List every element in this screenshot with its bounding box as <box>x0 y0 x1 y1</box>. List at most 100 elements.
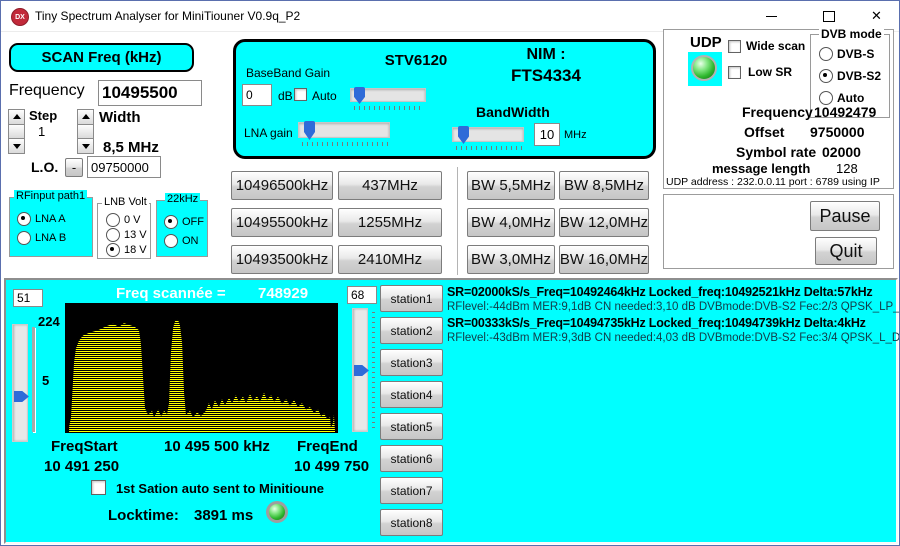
udp-led-icon <box>691 55 717 81</box>
khz22-off-label: OFF <box>182 216 204 228</box>
width-spinner-track <box>77 124 94 140</box>
minimize-icon <box>766 16 777 17</box>
lnb-18v-label: 18 V <box>124 244 147 256</box>
width-up-icon[interactable] <box>77 109 94 125</box>
bw-preset-5-button[interactable]: BW 12,0MHz <box>559 208 649 237</box>
width-spinner <box>77 109 94 154</box>
lnb-0v-radio[interactable] <box>106 213 120 227</box>
right-level-slider[interactable] <box>352 308 368 432</box>
first-station-auto-checkbox[interactable] <box>91 480 106 495</box>
width-label: Width <box>99 109 141 126</box>
bandwidth-slider-thumb[interactable] <box>458 126 469 144</box>
lna-gain-slider[interactable] <box>298 122 390 138</box>
rf-lna-b-option[interactable]: LNA B <box>17 231 66 245</box>
dvb-s-option[interactable]: DVB-S <box>819 47 874 61</box>
frequency-input[interactable] <box>98 80 202 106</box>
station-4-button[interactable]: station4 <box>380 381 443 408</box>
station-5-button[interactable]: station5 <box>380 413 443 440</box>
width-down-icon[interactable] <box>77 138 94 154</box>
station-3-button[interactable]: station3 <box>380 349 443 376</box>
khz22-on-option[interactable]: ON <box>164 234 199 248</box>
dvb-auto-radio[interactable] <box>819 91 833 105</box>
khz22-group-title: 22kHz <box>165 193 200 205</box>
left-slider-groove <box>32 327 35 432</box>
step-spinner <box>8 109 25 154</box>
bw-preset-3-button[interactable]: BW 3,0MHz <box>467 245 555 274</box>
station1-rf-status: RFlevel:-44dBm MER:9,1dB CN needed:3,10 … <box>447 300 897 315</box>
baseband-gain-input[interactable] <box>242 84 272 106</box>
pause-button[interactable]: Pause <box>810 201 880 231</box>
khz22-off-option[interactable]: OFF <box>164 215 204 229</box>
actions-panel: Pause Quit <box>663 194 894 269</box>
left-level-input[interactable] <box>13 289 43 307</box>
band-preset-3-button[interactable]: 2410MHz <box>338 245 442 274</box>
dvb-s2-option[interactable]: DVB-S2 <box>819 69 881 83</box>
locktime-label: Locktime: <box>108 507 179 524</box>
freq-center-value: 10 495 500 kHz <box>164 438 270 455</box>
right-level-input[interactable] <box>347 286 377 304</box>
app-window: DX Tiny Spectrum Analyser for MiniTioune… <box>0 0 900 546</box>
dvb-s2-radio[interactable] <box>819 69 833 83</box>
lna-gain-slider-thumb[interactable] <box>304 121 315 140</box>
freq-preset-2-button[interactable]: 10495500kHz <box>231 208 333 237</box>
lnb-13v-radio[interactable] <box>106 228 120 242</box>
udp-led-holder <box>688 52 722 86</box>
step-up-icon[interactable] <box>8 109 25 125</box>
dvb-auto-option[interactable]: Auto <box>819 91 864 105</box>
first-station-auto-label: 1st Sation auto sent to Minitioune <box>116 481 324 496</box>
rf-lna-b-label: LNA B <box>35 232 66 244</box>
lo-input[interactable] <box>87 156 161 178</box>
scale-bottom-value: 5 <box>42 373 49 388</box>
baseband-gain-slider-thumb[interactable] <box>354 87 365 104</box>
wide-scan-checkbox[interactable] <box>728 40 741 53</box>
lnb-18v-option[interactable]: 18 V <box>106 243 147 257</box>
freq-start-value: 10 491 250 <box>44 458 119 475</box>
maximize-icon <box>823 11 835 22</box>
lnb-18v-radio[interactable] <box>106 243 120 257</box>
band-preset-2-button[interactable]: 1255MHz <box>338 208 442 237</box>
station-8-button[interactable]: station8 <box>380 509 443 536</box>
left-level-slider[interactable] <box>12 324 28 442</box>
lo-minus-button[interactable]: - <box>65 158 83 177</box>
spectrum-display <box>65 303 338 433</box>
scan-freq-button[interactable]: SCAN Freq (kHz) <box>9 43 194 72</box>
bw-preset-4-button[interactable]: BW 8,5MHz <box>559 171 649 200</box>
quit-button[interactable]: Quit <box>815 237 877 265</box>
baseband-gain-label: BaseBand Gain <box>246 66 330 80</box>
bandwidth-label: BandWidth <box>476 104 550 120</box>
bandwidth-input[interactable] <box>534 123 560 146</box>
baseband-auto-checkbox[interactable] <box>294 88 307 101</box>
rf-lna-a-option[interactable]: LNA A <box>17 212 66 226</box>
lna-gain-label: LNA gain <box>244 126 293 140</box>
freq-preset-3-button[interactable]: 10493500kHz <box>231 245 333 274</box>
station-1-button[interactable]: station1 <box>380 285 443 312</box>
dvb-auto-label: Auto <box>837 91 864 105</box>
khz22-on-radio[interactable] <box>164 234 178 248</box>
station-2-button[interactable]: station2 <box>380 317 443 344</box>
dvb-s-radio[interactable] <box>819 47 833 61</box>
rf-lna-a-radio[interactable] <box>17 212 31 226</box>
lnb-0v-option[interactable]: 0 V <box>106 213 141 227</box>
station-7-button[interactable]: station7 <box>380 477 443 504</box>
step-label: Step <box>29 108 57 123</box>
station2-sr-status: SR=00333kS/s_Freq=10494735kHz Locked_fre… <box>447 315 897 331</box>
station-6-button[interactable]: station6 <box>380 445 443 472</box>
low-sr-checkbox[interactable] <box>728 66 741 79</box>
band-preset-1-button[interactable]: 437MHz <box>338 171 442 200</box>
bw-preset-1-button[interactable]: BW 5,5MHz <box>467 171 555 200</box>
bw-preset-2-button[interactable]: BW 4,0MHz <box>467 208 555 237</box>
left-level-slider-thumb[interactable] <box>14 391 29 402</box>
freq-preset-1-button[interactable]: 10496500kHz <box>231 171 333 200</box>
lnb-13v-option[interactable]: 13 V <box>106 228 147 242</box>
udp-frequency-label: Frequency <box>742 104 813 120</box>
bw-preset-6-button[interactable]: BW 16,0MHz <box>559 245 649 274</box>
rf-lna-b-radio[interactable] <box>17 231 31 245</box>
khz22-off-radio[interactable] <box>164 215 178 229</box>
spectrum-panel: Freq scannée = 748929 224 5 FreqStart 10… <box>4 278 898 544</box>
frequency-label: Frequency <box>9 82 85 100</box>
bandwidth-slider[interactable] <box>452 127 524 142</box>
right-level-slider-thumb[interactable] <box>354 365 369 376</box>
baseband-gain-slider[interactable] <box>350 88 426 102</box>
step-down-icon[interactable] <box>8 138 25 154</box>
minimize-button[interactable] <box>749 1 794 31</box>
